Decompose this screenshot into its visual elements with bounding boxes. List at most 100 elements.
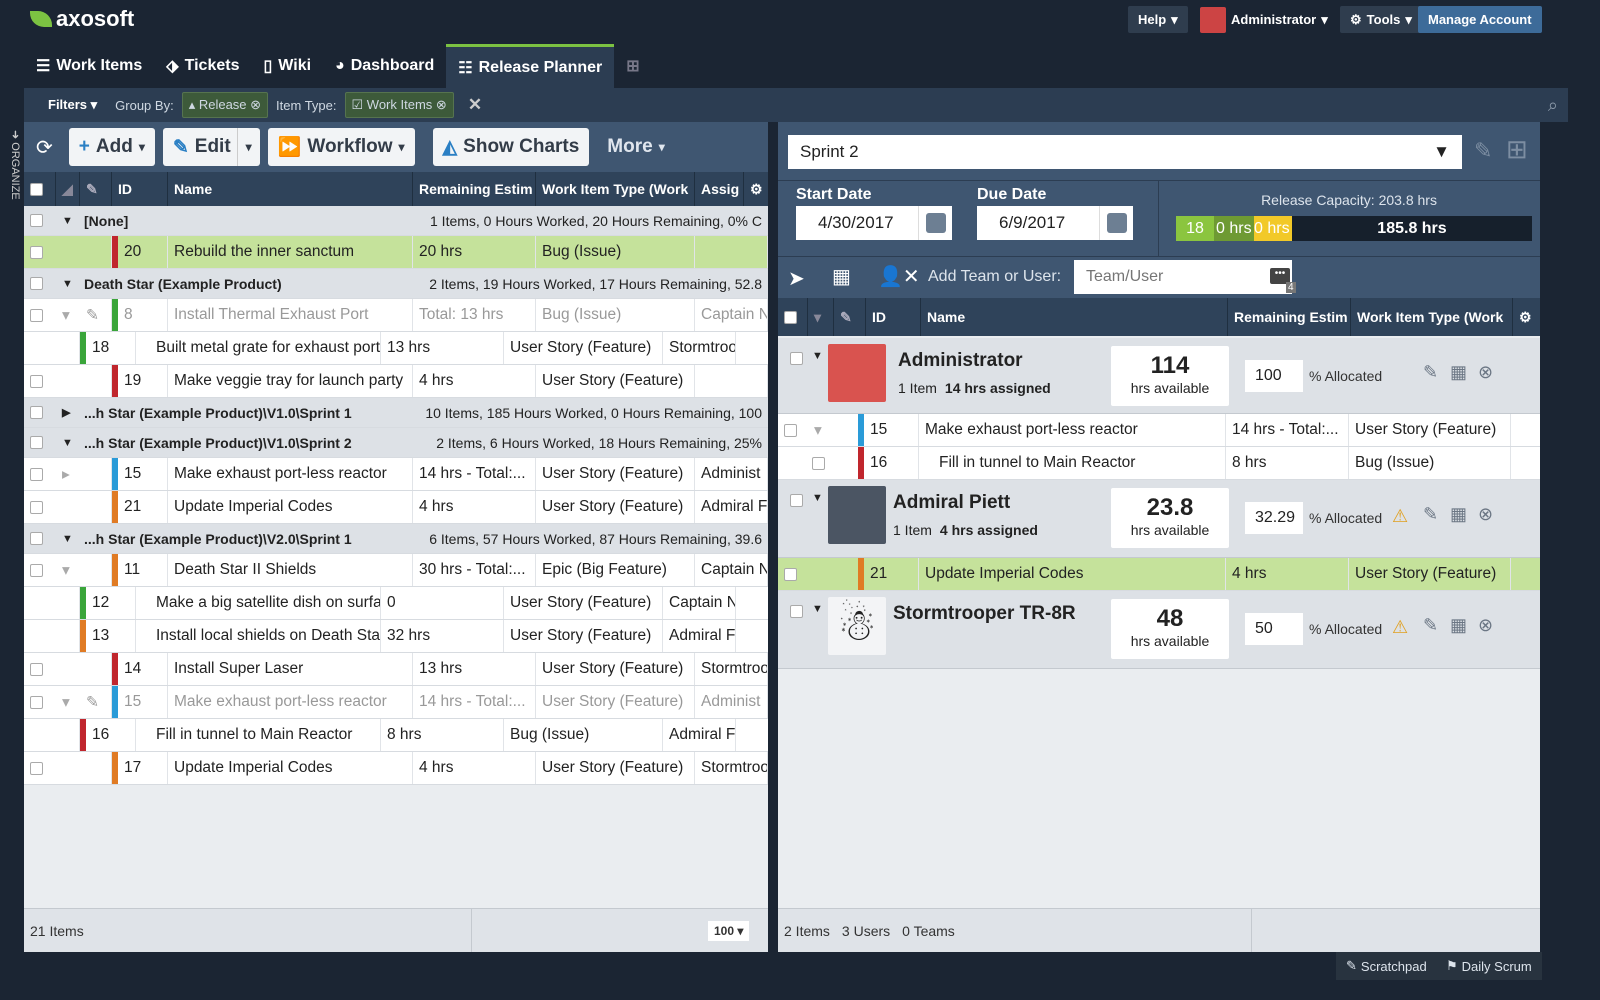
table-row[interactable]: ▾ 11 Death Star II Shields 30 hrs - Total:.… <box>24 554 768 587</box>
row-checkbox[interactable] <box>24 686 56 718</box>
tab-release-planner[interactable]: ☷ Release Planner <box>446 44 615 88</box>
organize-toggle[interactable]: ➜ ORGANIZE <box>4 130 22 200</box>
row-checkbox[interactable] <box>24 620 64 652</box>
calendar-icon[interactable]: ▦ <box>1450 362 1467 383</box>
checkbox[interactable] <box>30 245 43 259</box>
row-checkbox[interactable] <box>24 587 64 619</box>
show-charts-button[interactable]: ◭ Show Charts <box>432 128 590 166</box>
row-checkbox[interactable] <box>24 236 56 268</box>
pencil-icon[interactable]: ✎ <box>1423 615 1438 636</box>
tab-work-items[interactable]: ☰ Work Items <box>24 44 154 88</box>
checkbox[interactable] <box>30 695 43 709</box>
checkbox[interactable] <box>30 308 43 322</box>
group-row[interactable]: ▼ [None] 1 Items, 0 Hours Worked, 20 Hours… <box>24 206 768 236</box>
table-row[interactable]: ▾ 15 Make exhaust port-less reactor 14 hrs … <box>778 414 1540 447</box>
gear-icon[interactable]: ⚙ <box>1513 298 1540 336</box>
caret-down-icon[interactable]: ▼ <box>56 269 78 298</box>
col-id[interactable]: ID <box>866 298 921 336</box>
add-tab-icon[interactable]: ⊞ <box>614 44 651 88</box>
table-row[interactable]: 14 Install Super Laser 13 hrs User Story (F… <box>24 653 768 686</box>
col-type[interactable]: Work Item Type (Work <box>1351 298 1513 336</box>
release-select[interactable]: Sprint 2 ▼ <box>788 135 1462 169</box>
add-button[interactable]: + Add ▾ <box>68 128 155 166</box>
col-id[interactable]: ID <box>112 172 168 206</box>
table-row[interactable]: 16 Fill in tunnel to Main Reactor 8 hrs Bug… <box>24 719 768 752</box>
caret-down-icon[interactable]: ▼ <box>56 524 78 553</box>
checkbox[interactable] <box>30 761 43 775</box>
table-row[interactable]: 21 Update Imperial Codes 4 hrs User Story (… <box>778 558 1540 591</box>
tab-tickets[interactable]: ⬗ Tickets <box>154 44 251 88</box>
edit-dropdown[interactable]: ▾ <box>236 128 260 166</box>
caret-down-icon[interactable]: ▾ <box>808 414 858 446</box>
select-all-checkbox[interactable] <box>24 172 56 206</box>
col-type[interactable]: Work Item Type (Work <box>536 172 695 206</box>
table-row[interactable]: 19 Make veggie tray for launch party 4 hrs… <box>24 365 768 398</box>
caret-right-icon[interactable]: ▸ <box>56 458 80 490</box>
more-menu[interactable]: More ▾ <box>597 128 674 166</box>
checkbox[interactable] <box>784 567 797 581</box>
row-checkbox[interactable] <box>24 752 56 784</box>
remove-icon[interactable]: ⊗ <box>1478 615 1493 636</box>
table-row[interactable]: ▾ ✎ 8 Install Thermal Exhaust Port Total: 13… <box>24 299 768 332</box>
table-row[interactable]: 12 Make a big satellite dish on surface 0 U… <box>24 587 768 620</box>
manage-account-button[interactable]: Manage Account <box>1418 6 1542 33</box>
col-name[interactable]: Name <box>921 298 1228 336</box>
remove-icon[interactable]: ⊗ <box>1478 362 1493 383</box>
allocation-input[interactable]: 100 <box>1245 360 1303 392</box>
caret-down-icon[interactable]: ▾ <box>56 299 80 331</box>
filters-menu[interactable]: Filters ▾ <box>48 97 97 113</box>
edit-button[interactable]: ✎ Edit ▾ <box>162 128 260 166</box>
checkbox[interactable] <box>30 214 43 227</box>
clear-filters-icon[interactable]: ✕ <box>468 95 482 115</box>
remove-icon[interactable]: ⊗ <box>1478 504 1493 525</box>
caret-down-icon[interactable]: ▼ <box>812 350 823 362</box>
calendar-icon[interactable]: ▦ <box>832 264 851 289</box>
user-checkbox[interactable] <box>790 494 803 507</box>
col-remaining[interactable]: Remaining Estim <box>1228 298 1351 336</box>
table-row[interactable]: 13 Install local shields on Death Star 32 … <box>24 620 768 653</box>
row-checkbox[interactable] <box>24 458 56 490</box>
checkbox[interactable] <box>812 456 825 470</box>
add-release-icon[interactable]: ⊞ <box>1506 134 1528 165</box>
caret-down-icon[interactable]: ▼ <box>56 428 78 457</box>
calendar-icon[interactable]: ▦ <box>1450 504 1467 525</box>
row-checkbox[interactable] <box>778 414 808 446</box>
gear-icon[interactable]: ⚙ <box>744 172 768 206</box>
row-checkbox[interactable] <box>24 524 56 553</box>
select-all-checkbox[interactable] <box>778 298 808 336</box>
col-remaining[interactable]: Remaining Estim <box>413 172 536 206</box>
remove-user-icon[interactable]: 👤✕ <box>878 264 920 289</box>
row-checkbox[interactable] <box>24 365 56 397</box>
pencil-icon[interactable]: ✎ <box>1423 362 1438 383</box>
calendar-icon[interactable] <box>918 206 952 240</box>
table-row[interactable]: 21 Update Imperial Codes 4 hrs User Story (… <box>24 491 768 524</box>
row-checkbox[interactable] <box>24 332 64 364</box>
row-checkbox[interactable] <box>24 206 56 235</box>
caret-down-icon[interactable]: ▼ <box>56 206 78 235</box>
logo[interactable]: axosoft <box>30 6 134 32</box>
play-icon[interactable]: ➤ <box>788 266 805 291</box>
checkbox[interactable] <box>30 277 43 290</box>
row-checkbox[interactable] <box>24 653 56 685</box>
table-row[interactable]: 16 Fill in tunnel to Main Reactor 8 hrs Bug… <box>778 447 1540 480</box>
group-row[interactable]: ▼ ...h Star (Example Product)\V2.0\Sprint… <box>24 524 768 554</box>
tab-dashboard[interactable]: ◕ Dashboard <box>323 44 446 88</box>
row-checkbox[interactable] <box>778 447 834 479</box>
search-icon[interactable]: ⌕ <box>1548 95 1558 116</box>
checkbox[interactable] <box>30 532 43 545</box>
checkbox[interactable] <box>30 436 43 449</box>
checkbox[interactable] <box>30 662 43 676</box>
table-row[interactable]: 20 Rebuild the inner sanctum 20 hrs Bug (Is… <box>24 236 768 269</box>
checkbox[interactable] <box>30 500 43 514</box>
row-checkbox[interactable] <box>24 398 56 427</box>
allocation-input[interactable]: 32.29 <box>1245 502 1303 534</box>
row-checkbox[interactable] <box>24 428 56 457</box>
group-by-chip[interactable]: ▴ Release ⊗ <box>181 92 269 118</box>
caret-down-icon[interactable]: ▼ <box>812 492 823 504</box>
row-checkbox[interactable] <box>24 719 64 751</box>
calendar-icon[interactable] <box>1099 206 1133 240</box>
checkbox[interactable] <box>30 467 43 481</box>
due-date-input[interactable]: 6/9/2017 <box>977 206 1133 240</box>
row-checkbox[interactable] <box>24 554 56 586</box>
page-size-select[interactable]: 100 ▾ <box>708 920 750 941</box>
